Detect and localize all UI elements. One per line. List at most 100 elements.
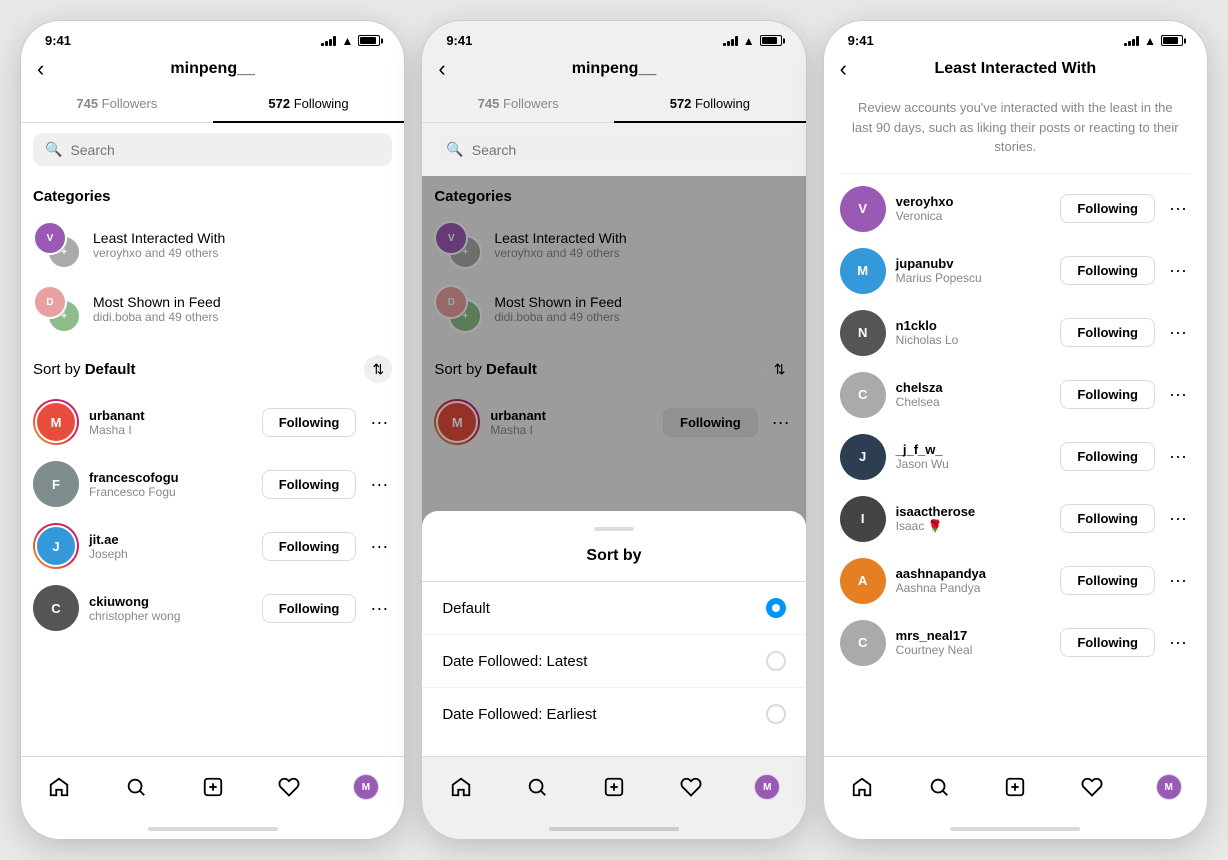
- nav-add-3[interactable]: [995, 767, 1035, 807]
- user-avatar-p3-3: N: [840, 310, 886, 356]
- user-info-p3-8: mrs_neal17 Courtney Neal: [896, 628, 1051, 657]
- user-info-3: jit.ae Joseph: [89, 532, 252, 561]
- sort-row-1: Sort by Default ⇅: [33, 341, 392, 391]
- bottom-nav-1: M: [21, 756, 404, 827]
- category-most-shown-1[interactable]: D + Most Shown in Feed didi.boba and 49 …: [33, 277, 392, 341]
- back-button-2[interactable]: ‹: [438, 56, 445, 82]
- following-btn-4[interactable]: Following: [262, 594, 357, 623]
- more-btn-p3-7[interactable]: ···: [1165, 566, 1191, 595]
- tab-followers-1[interactable]: 745 Followers: [21, 86, 213, 123]
- nav-home-2[interactable]: [441, 767, 481, 807]
- search-input-2[interactable]: [472, 142, 782, 158]
- more-btn-2[interactable]: ···: [366, 470, 392, 499]
- nav-heart-3[interactable]: [1072, 767, 1112, 807]
- user-info-4: ckiuwong christopher wong: [89, 594, 252, 623]
- battery-icon-3: [1161, 35, 1183, 46]
- more-btn-p3-3[interactable]: ···: [1165, 318, 1191, 347]
- user-item-3: J jit.ae Joseph Following ···: [33, 515, 392, 577]
- user-item-1: M urbanant Masha I Following ···: [33, 391, 392, 453]
- status-time-3: 9:41: [848, 33, 874, 48]
- nav-search-2[interactable]: [517, 767, 557, 807]
- nav-profile-1[interactable]: M: [346, 767, 386, 807]
- user-info-p3-1: veroyhxo Veronica: [896, 194, 1051, 223]
- more-btn-p3-5[interactable]: ···: [1165, 442, 1191, 471]
- following-btn-p3-4[interactable]: Following: [1060, 380, 1155, 409]
- more-btn-p3-6[interactable]: ···: [1165, 504, 1191, 533]
- radio-default-2: [766, 598, 786, 618]
- nav-search-3[interactable]: [919, 767, 959, 807]
- nav-add-1[interactable]: [193, 767, 233, 807]
- nav-heart-2[interactable]: [671, 767, 711, 807]
- more-btn-4[interactable]: ···: [366, 594, 392, 623]
- nav-profile-avatar-1: M: [353, 774, 379, 800]
- category-info-2: Most Shown in Feed didi.boba and 49 othe…: [93, 294, 392, 324]
- following-btn-3[interactable]: Following: [262, 532, 357, 561]
- sort-option-default-2[interactable]: Default: [422, 582, 805, 635]
- user-info-2: francescofogu Francesco Fogu: [89, 470, 252, 499]
- sort-option-earliest-2[interactable]: Date Followed: Earliest: [422, 688, 805, 740]
- status-time-2: 9:41: [446, 33, 472, 48]
- more-btn-p3-2[interactable]: ···: [1165, 256, 1191, 285]
- more-btn-p3-1[interactable]: ···: [1165, 194, 1191, 223]
- search-bar-2: 🔍: [434, 133, 793, 166]
- search-icon-2: 🔍: [446, 141, 463, 158]
- nav-profile-3[interactable]: M: [1149, 767, 1189, 807]
- back-button-1[interactable]: ‹: [37, 56, 44, 82]
- following-btn-p3-2[interactable]: Following: [1060, 256, 1155, 285]
- nav-home-1[interactable]: [39, 767, 79, 807]
- following-btn-p3-1[interactable]: Following: [1060, 194, 1155, 223]
- nav-add-2[interactable]: [594, 767, 634, 807]
- following-btn-2[interactable]: Following: [262, 470, 357, 499]
- user-avatar-p3-4: C: [840, 372, 886, 418]
- user-item-4: C ckiuwong christopher wong Following ··…: [33, 577, 392, 639]
- content-wrapper-2: Categories V + Least Interacted With ver…: [422, 176, 805, 756]
- user-avatar-p3-7: A: [840, 558, 886, 604]
- header-3: ‹ Least Interacted With: [824, 52, 1207, 86]
- following-btn-p3-7[interactable]: Following: [1060, 566, 1155, 595]
- user-info-p3-3: n1cklo Nicholas Lo: [896, 318, 1051, 347]
- sort-label-1: Sort by Default: [33, 361, 136, 378]
- user-avatar-p3-2: M: [840, 248, 886, 294]
- more-btn-p3-4[interactable]: ···: [1165, 380, 1191, 409]
- nav-home-3[interactable]: [842, 767, 882, 807]
- signal-icon-2: [723, 35, 738, 46]
- tab-following-1[interactable]: 572 Following: [213, 86, 405, 123]
- nav-profile-avatar-2: M: [754, 774, 780, 800]
- nav-search-1[interactable]: [116, 767, 156, 807]
- more-btn-3[interactable]: ···: [366, 532, 392, 561]
- signal-icon-1: [321, 35, 336, 46]
- header-1: ‹ minpeng__: [21, 52, 404, 86]
- following-btn-1[interactable]: Following: [262, 408, 357, 437]
- home-indicator-2: [549, 827, 679, 831]
- tabs-1: 745 Followers 572 Following: [21, 86, 404, 123]
- radio-latest-2: [766, 651, 786, 671]
- following-btn-p3-5[interactable]: Following: [1060, 442, 1155, 471]
- user-item-p3-6: I isaactherose Isaac 🌹 Following ···: [840, 488, 1191, 550]
- category-least-interacted-1[interactable]: V + Least Interacted With veroyhxo and 4…: [33, 213, 392, 277]
- cat-avatar-1a: V: [33, 221, 67, 255]
- sort-sheet-title-2: Sort by: [422, 543, 805, 582]
- category-avatars-1: V +: [33, 221, 81, 269]
- user-info-1: urbanant Masha I: [89, 408, 252, 437]
- sheet-handle: [594, 527, 634, 531]
- category-info-1: Least Interacted With veroyhxo and 49 ot…: [93, 230, 392, 260]
- following-btn-p3-3[interactable]: Following: [1060, 318, 1155, 347]
- avatar-ring-1: M: [33, 399, 79, 445]
- desc-text-3: Review accounts you've interacted with t…: [840, 86, 1191, 174]
- more-btn-p3-8[interactable]: ···: [1165, 628, 1191, 657]
- tab-followers-2[interactable]: 745 Followers: [422, 86, 614, 123]
- user-info-p3-5: _j_f_w_ Jason Wu: [896, 442, 1051, 471]
- following-btn-p3-6[interactable]: Following: [1060, 504, 1155, 533]
- content-1: Categories V + Least Interacted With ver…: [21, 176, 404, 756]
- nav-heart-1[interactable]: [269, 767, 309, 807]
- back-button-3[interactable]: ‹: [840, 56, 847, 82]
- tab-following-2[interactable]: 572 Following: [614, 86, 806, 123]
- sort-icon-btn-1[interactable]: ⇅: [364, 355, 392, 383]
- more-btn-1[interactable]: ···: [366, 408, 392, 437]
- sort-option-latest-2[interactable]: Date Followed: Latest: [422, 635, 805, 688]
- search-input-1[interactable]: [70, 142, 380, 158]
- home-indicator-3: [950, 827, 1080, 831]
- user-item-p3-8: C mrs_neal17 Courtney Neal Following ···: [840, 612, 1191, 674]
- following-btn-p3-8[interactable]: Following: [1060, 628, 1155, 657]
- nav-profile-2[interactable]: M: [747, 767, 787, 807]
